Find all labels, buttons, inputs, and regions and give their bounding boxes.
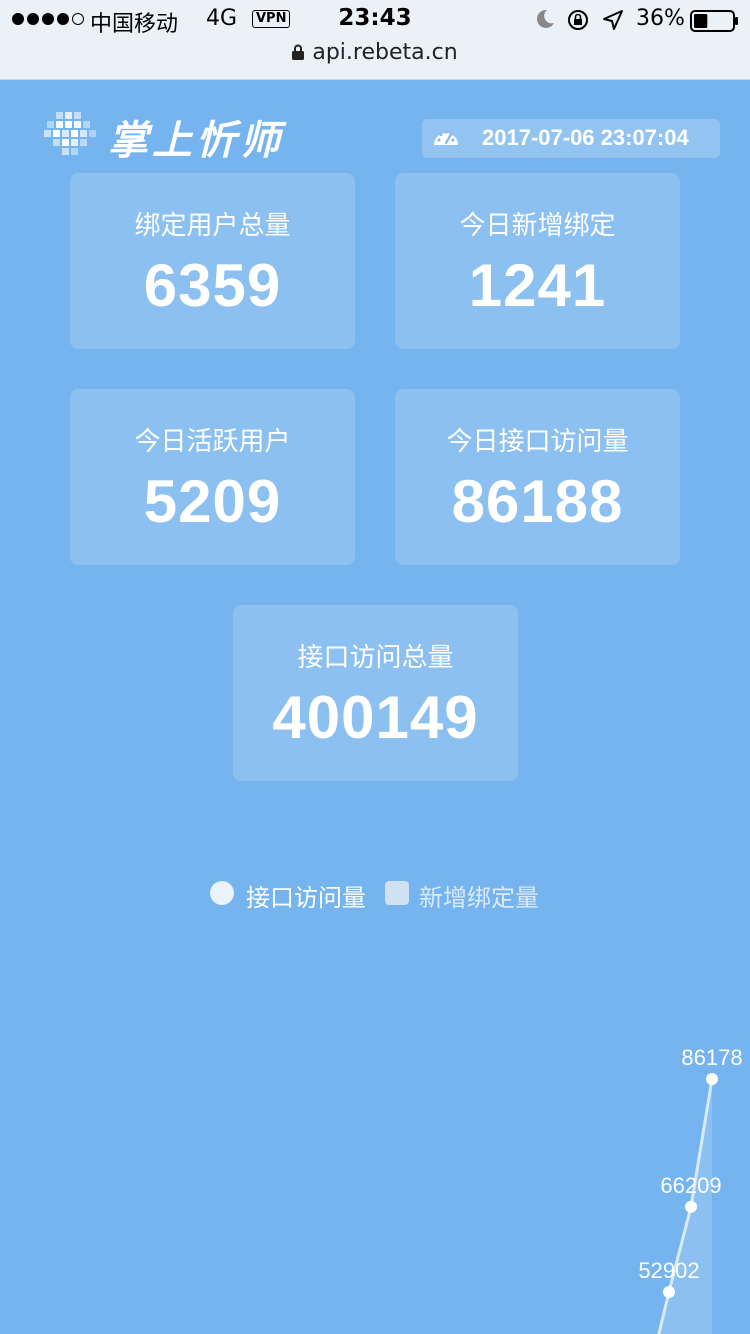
chart-legend: 接口访问量 新增绑定量 bbox=[0, 876, 750, 912]
legend-label: 接口访问量 bbox=[246, 884, 366, 912]
browser-chrome: 中国移动 4G VPN 23:43 36% api.rebeta.cn bbox=[0, 0, 750, 80]
legend-label: 新增绑定量 bbox=[419, 884, 539, 912]
data-label: 52902 bbox=[638, 1258, 699, 1283]
data-point[interactable] bbox=[706, 1073, 718, 1085]
battery-percent: 36% bbox=[636, 6, 685, 31]
legend-circle-icon bbox=[210, 881, 234, 905]
stat-label: 今日新增绑定 bbox=[459, 211, 616, 241]
stat-value: 6359 bbox=[143, 252, 282, 319]
stat-label: 绑定用户总量 bbox=[134, 211, 291, 241]
timestamp-badge: 2017-07-06 23:07:04 bbox=[422, 119, 720, 158]
rotation-lock-icon bbox=[568, 10, 588, 30]
grid-logo-icon bbox=[44, 112, 96, 155]
timestamp-text: 2017-07-06 23:07:04 bbox=[482, 125, 689, 150]
url-text: api.rebeta.cn bbox=[312, 40, 458, 65]
padlock-icon bbox=[292, 44, 305, 60]
stat-value: 1241 bbox=[468, 252, 607, 319]
dashboard-gauge-icon bbox=[434, 130, 458, 145]
stat-label: 今日活跃用户 bbox=[134, 427, 291, 457]
stat-card-active-users-today: 今日活跃用户 5209 bbox=[70, 389, 355, 565]
stat-value: 5209 bbox=[143, 468, 282, 535]
data-label: 66209 bbox=[660, 1173, 721, 1198]
stat-value: 86188 bbox=[451, 468, 624, 535]
stat-card-api-visits-today: 今日接口访问量 86188 bbox=[395, 389, 680, 565]
brand-title: 掌上忻师 bbox=[108, 117, 284, 164]
data-point[interactable] bbox=[685, 1200, 697, 1213]
status-bar: 中国移动 4G VPN 23:43 36% bbox=[0, 0, 750, 40]
legend-square-icon bbox=[385, 881, 409, 905]
data-point[interactable] bbox=[663, 1286, 675, 1298]
api-visits-line-chart: 52902 66209 86178 bbox=[638, 1045, 743, 1334]
stat-label: 接口访问总量 bbox=[297, 643, 454, 673]
battery-icon bbox=[690, 10, 738, 32]
stat-card-api-visits-total: 接口访问总量 400149 bbox=[233, 605, 518, 781]
location-arrow-icon bbox=[603, 10, 623, 30]
address-bar[interactable]: api.rebeta.cn bbox=[0, 40, 750, 70]
stat-card-new-bindings-today: 今日新增绑定 1241 bbox=[395, 173, 680, 349]
moon-icon bbox=[536, 9, 554, 28]
series-area bbox=[658, 1079, 712, 1334]
stat-label: 今日接口访问量 bbox=[446, 427, 629, 457]
data-label: 86178 bbox=[681, 1045, 742, 1070]
stat-value: 400149 bbox=[272, 684, 479, 751]
stat-card-total-bound-users: 绑定用户总量 6359 bbox=[70, 173, 355, 349]
